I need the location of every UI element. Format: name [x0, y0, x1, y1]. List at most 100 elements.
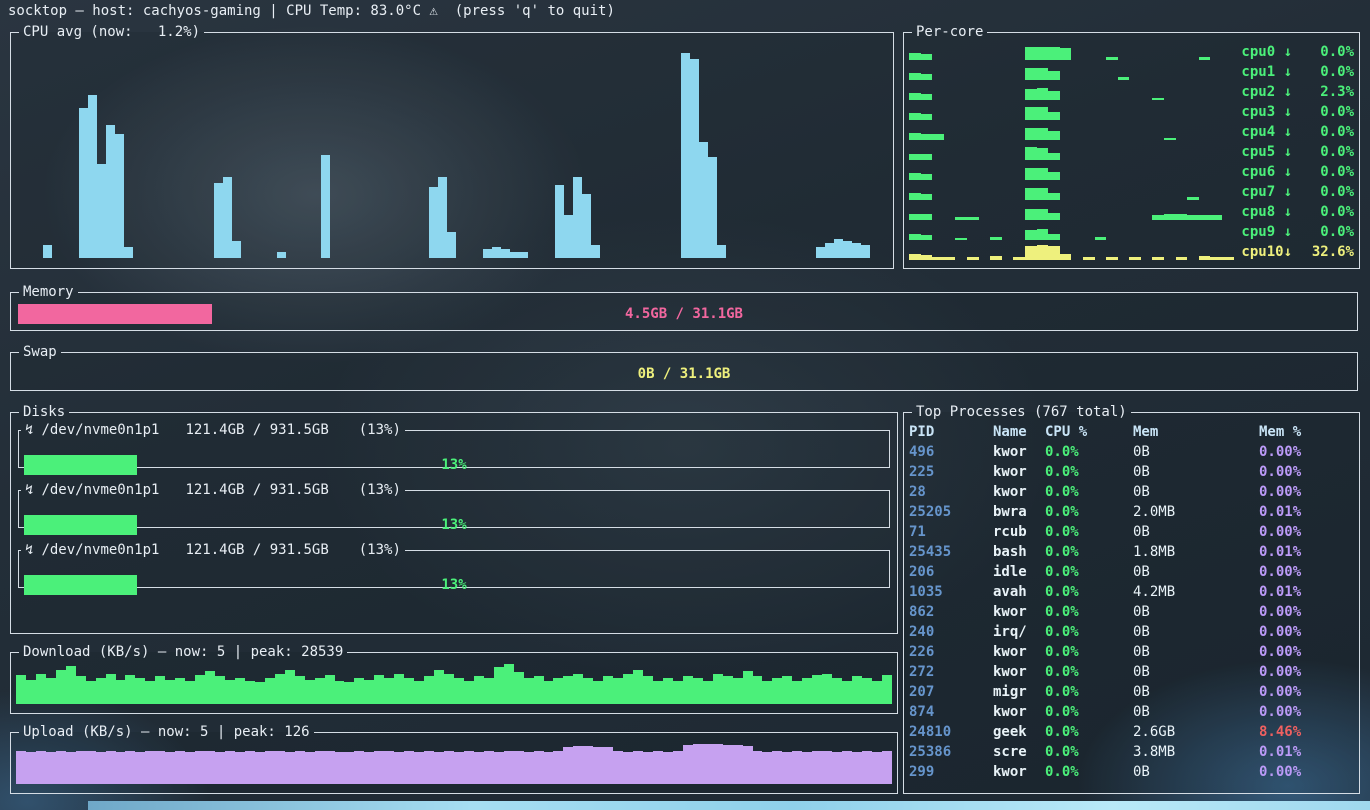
process-name: kwor	[993, 444, 1045, 460]
chart-bar	[653, 751, 663, 784]
chart-bar	[713, 674, 723, 704]
chart-bar	[66, 666, 76, 704]
process-cpu: 0.0%	[1045, 484, 1133, 500]
disk-size: 121.4GB / 931.5GB	[185, 542, 328, 558]
process-name: kwor	[993, 464, 1045, 480]
process-pid: 25205	[909, 504, 993, 520]
chart-bar	[438, 177, 447, 258]
chart-bar	[852, 752, 862, 784]
chart-bar	[582, 194, 591, 258]
chart-bar	[909, 214, 921, 220]
chart-bar	[681, 53, 690, 258]
chart-bar	[1187, 215, 1199, 220]
chart-bar	[816, 247, 825, 258]
chart-bar	[862, 678, 872, 704]
process-mem: 3.8MB	[1133, 744, 1259, 760]
process-name: kwor	[993, 764, 1045, 780]
chart-bar	[713, 744, 723, 784]
chart-bar	[225, 751, 235, 784]
chart-bar	[205, 751, 215, 784]
process-row: 24810geek0.0%2.6GB8.46%	[909, 722, 1354, 742]
chart-bar	[524, 752, 534, 784]
chart-bar	[955, 238, 967, 240]
chart-bar	[1037, 148, 1049, 160]
chart-bar	[106, 125, 115, 258]
chart-bar	[921, 154, 933, 160]
chart-bar	[623, 752, 633, 784]
chart-bar	[115, 134, 124, 258]
chart-bar	[484, 751, 494, 784]
chart-bar	[573, 177, 582, 258]
chart-bar	[394, 674, 404, 704]
disks-panel: Disks ↯/dev/nvme0n1p1121.4GB / 931.5GB(1…	[10, 404, 898, 634]
process-mem: 0B	[1133, 464, 1259, 480]
chart-bar	[510, 252, 519, 258]
chart-bar	[215, 676, 225, 704]
chart-bar	[1025, 89, 1037, 100]
chart-bar	[364, 680, 374, 704]
process-name: kwor	[993, 604, 1045, 620]
core-label: cpu6 ↓	[1241, 164, 1292, 180]
chart-bar	[46, 752, 56, 784]
process-cpu: 0.0%	[1045, 664, 1133, 680]
chart-bar	[683, 745, 693, 784]
chart-bar	[185, 752, 195, 784]
disk-info: ↯/dev/nvme0n1p1121.4GB / 931.5GB(13%)	[21, 482, 405, 498]
process-pid: 24810	[909, 724, 993, 740]
process-cpu: 0.0%	[1045, 724, 1133, 740]
process-name: rcub	[993, 524, 1045, 540]
chart-bar	[424, 676, 434, 704]
process-mem-percent: 0.00%	[1259, 684, 1354, 700]
chart-bar	[909, 193, 921, 200]
chart-bar	[1048, 131, 1060, 139]
process-pid: 862	[909, 604, 993, 620]
process-cpu: 0.0%	[1045, 564, 1133, 580]
chart-bar	[762, 752, 772, 784]
chart-bar	[862, 751, 872, 784]
chart-bar	[653, 681, 663, 704]
chart-bar	[344, 682, 354, 704]
chart-bar	[802, 752, 812, 784]
chart-bar	[921, 174, 933, 180]
chart-bar	[967, 257, 979, 259]
chart-bar	[822, 751, 832, 784]
process-mem: 0B	[1133, 704, 1259, 720]
chart-bar	[165, 680, 175, 704]
chart-bar	[690, 59, 699, 258]
chart-bar	[494, 667, 504, 704]
chart-bar	[492, 247, 501, 258]
chart-bar	[955, 217, 967, 219]
chart-bar	[872, 752, 882, 784]
chart-bar	[374, 675, 384, 704]
process-row: 874kwor0.0%0B0.00%	[909, 702, 1354, 722]
chart-bar	[175, 678, 185, 704]
core-row: cpu2 ↓2.3%	[909, 82, 1354, 102]
chart-bar	[613, 678, 623, 704]
chart-bar	[429, 187, 438, 258]
chart-bar	[1106, 257, 1118, 259]
chart-bar	[325, 751, 335, 784]
chart-bar	[1152, 257, 1164, 259]
chart-bar	[1025, 230, 1037, 240]
process-pid: 225	[909, 464, 993, 480]
disk-usage-label: 13%	[19, 515, 889, 535]
chart-bar	[245, 681, 255, 704]
chart-bar	[1025, 107, 1037, 120]
process-mem-percent: 0.01%	[1259, 584, 1354, 600]
chart-bar	[743, 671, 753, 704]
chart-bar	[214, 183, 223, 258]
process-row: 207migr0.0%0B0.00%	[909, 682, 1354, 702]
chart-bar	[265, 751, 275, 784]
chart-bar	[1037, 245, 1049, 259]
chart-bar	[145, 681, 155, 704]
chart-bar	[834, 239, 843, 258]
chart-bar	[1037, 168, 1049, 179]
chart-bar	[76, 751, 86, 784]
chart-bar	[633, 670, 643, 704]
chart-bar	[573, 746, 583, 784]
desktop-background-strip	[88, 801, 1370, 810]
chart-bar	[921, 235, 933, 240]
column-header: Name	[993, 424, 1045, 440]
core-label: cpu2 ↓	[1241, 84, 1292, 100]
disk-info: ↯/dev/nvme0n1p1121.4GB / 931.5GB(13%)	[21, 422, 405, 438]
